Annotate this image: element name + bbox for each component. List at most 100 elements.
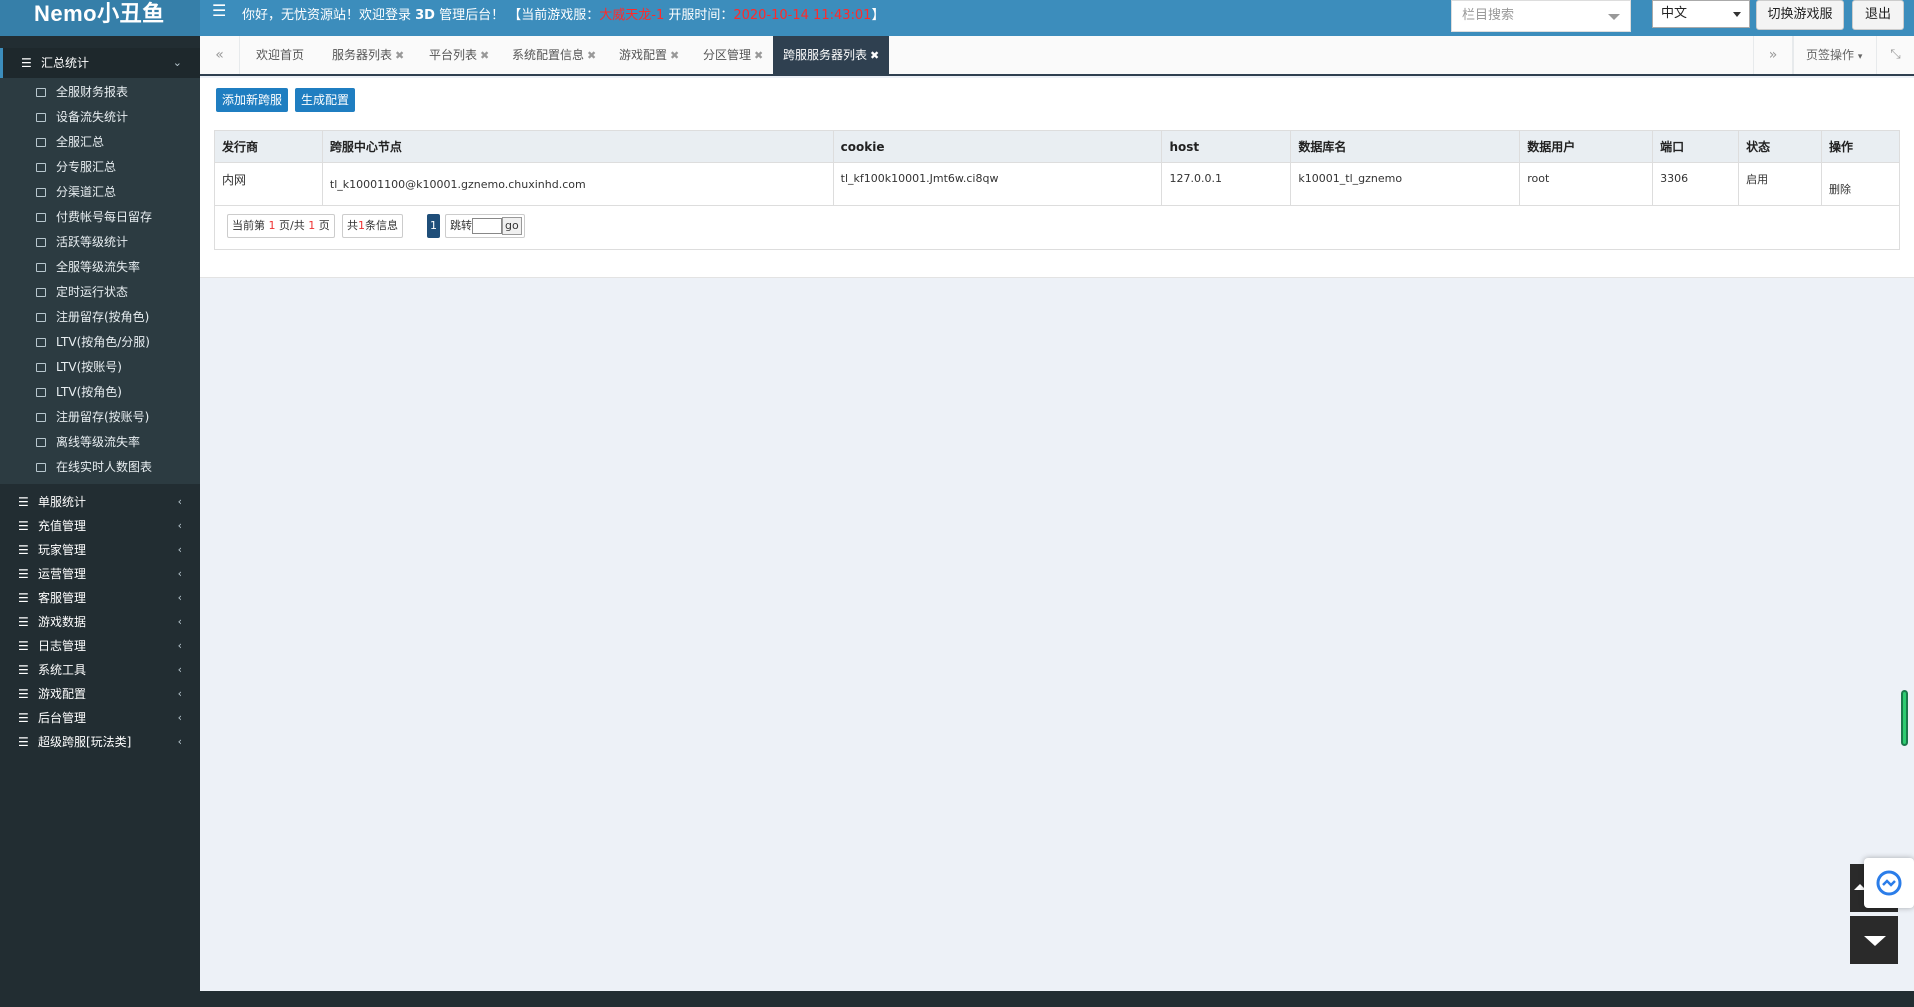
column-search-select[interactable]: 栏目搜索 [1451, 0, 1631, 32]
open-time-label: 开服时间： [664, 8, 734, 23]
tab-item[interactable]: 欢迎首页 [256, 36, 304, 74]
table-cell: 内网 [214, 162, 323, 206]
close-icon[interactable]: ✖ [670, 49, 679, 62]
sidebar-group[interactable]: ☰ 后台管理 ‹ [0, 706, 200, 730]
page-info: 当前第 1 页/共 1 页 [227, 214, 335, 238]
book-icon [36, 413, 46, 422]
sidebar-subitem[interactable]: 分专服汇总 [0, 155, 200, 180]
sidebar-group[interactable]: ☰ 游戏数据 ‹ [0, 610, 200, 634]
sidebar-subitem-label: LTV(按角色) [56, 385, 122, 399]
tab-operations-dropdown[interactable]: 页签操作 ▾ [1793, 36, 1875, 74]
page-button-current[interactable]: 1 [427, 214, 440, 238]
page-jump-input[interactable] [472, 218, 502, 234]
sidebar-subitem[interactable]: 定时运行状态 [0, 280, 200, 305]
sidebar-group[interactable]: ☰ 客服管理 ‹ [0, 586, 200, 610]
page-go-button[interactable]: go [502, 217, 522, 235]
tab-scroll-right-icon[interactable]: » [1753, 36, 1793, 74]
sidebar-subitem[interactable]: 在线实时人数图表 [0, 455, 200, 480]
book-icon [36, 338, 46, 347]
sidebar-group[interactable]: ☰ 游戏配置 ‹ [0, 682, 200, 706]
sidebar-group-label: 运营管理 [38, 567, 87, 581]
chevron-down-icon [1608, 14, 1620, 20]
tab-label: 平台列表 [429, 48, 478, 62]
sidebar-subitem[interactable]: LTV(按角色/分服) [0, 330, 200, 355]
sidebar-subitem[interactable]: 付费帐号每日留存 [0, 205, 200, 230]
delete-link[interactable]: 删除 [1821, 162, 1900, 206]
sidebar-group[interactable]: ☰ 超级跨服[玩法类] ‹ [0, 730, 200, 754]
logout-button[interactable]: 退出 [1852, 0, 1904, 30]
table-header-cell: 状态 [1738, 130, 1823, 163]
sidebar-subitem-label: 付费帐号每日留存 [56, 210, 153, 224]
fullscreen-icon[interactable]: ⤡ [1876, 36, 1914, 74]
tab-item[interactable]: 跨服服务器列表 ✖ [773, 36, 890, 74]
sidebar-group-label: 游戏数据 [38, 615, 87, 629]
chevron-left-icon: ‹ [177, 567, 182, 580]
sidebar-group[interactable]: ☰ 日志管理 ‹ [0, 634, 200, 658]
sidebar-subitem-label: 全服等级流失率 [56, 260, 141, 274]
page-info-suffix: 页 [315, 219, 330, 232]
record-count-prefix: 共 [347, 219, 358, 232]
list-icon: ☰ [18, 639, 29, 653]
close-icon[interactable]: ✖ [870, 49, 879, 62]
tab-scroll-left-icon[interactable]: « [200, 36, 240, 74]
record-count-suffix: 条信息 [365, 219, 398, 232]
welcome-message: 你好，无忧资源站！欢迎登录 3D 管理后台！ 【当前游戏服：大威天龙-1 开服时… [242, 4, 884, 23]
sidebar-subitem[interactable]: LTV(按角色) [0, 380, 200, 405]
table-cell: 127.0.0.1 [1161, 162, 1292, 206]
sidebar-subitem[interactable]: 设备流失统计 [0, 105, 200, 130]
switch-server-button[interactable]: 切换游戏服 [1756, 0, 1844, 30]
close-icon[interactable]: ✖ [754, 49, 763, 62]
close-icon[interactable]: ✖ [480, 49, 489, 62]
sidebar-subitem-label: LTV(按账号) [56, 360, 122, 374]
language-select[interactable]: 中文 [1652, 0, 1750, 28]
sidebar-subitem[interactable]: 全服财务报表 [0, 80, 200, 105]
app-logo[interactable]: Nemo小丑鱼 [0, 0, 200, 36]
sidebar-group-label: 日志管理 [38, 639, 87, 653]
tab-item[interactable]: 系统配置信息 ✖ [512, 36, 596, 74]
tab-item[interactable]: 游戏配置 ✖ [619, 36, 679, 74]
sidebar-toggle-icon[interactable]: ☰ [212, 2, 230, 20]
sidebar-group[interactable]: ☰ 玩家管理 ‹ [0, 538, 200, 562]
sidebar-group[interactable]: ☰ 单服统计 ‹ [0, 490, 200, 514]
sidebar-group[interactable]: ☰ 系统工具 ‹ [0, 658, 200, 682]
scroll-indicator[interactable] [1901, 690, 1908, 746]
sidebar-group-label: 游戏配置 [38, 687, 87, 701]
scroll-bottom-button[interactable] [1850, 916, 1898, 964]
tab-item[interactable]: 平台列表 ✖ [429, 36, 489, 74]
sidebar-subitem[interactable]: 活跃等级统计 [0, 230, 200, 255]
close-icon[interactable]: ✖ [395, 49, 404, 62]
add-crossserver-button[interactable]: 添加新跨服 [216, 88, 289, 112]
sidebar-group[interactable]: ☰ 充值管理 ‹ [0, 514, 200, 538]
sidebar-subitem-label: 设备流失统计 [56, 110, 129, 124]
chevron-left-icon: ‹ [177, 543, 182, 556]
sidebar-group[interactable]: ☰ 运营管理 ‹ [0, 562, 200, 586]
table-header-cell: 发行商 [214, 130, 323, 163]
chevron-left-icon: ‹ [177, 495, 182, 508]
sidebar-subitem[interactable]: 离线等级流失率 [0, 430, 200, 455]
sidebar-subitem[interactable]: 全服汇总 [0, 130, 200, 155]
close-icon[interactable]: ✖ [587, 49, 596, 62]
chevron-left-icon: ‹ [177, 519, 182, 532]
sidebar-subitem[interactable]: 分渠道汇总 [0, 180, 200, 205]
sidebar-subitem[interactable]: LTV(按账号) [0, 355, 200, 380]
list-icon: ☰ [18, 567, 29, 581]
generate-config-button[interactable]: 生成配置 [295, 88, 356, 112]
tab-item[interactable]: 服务器列表 ✖ [332, 36, 404, 74]
book-icon [36, 313, 46, 322]
tab-label: 欢迎首页 [256, 48, 305, 62]
sidebar-submenu: 全服财务报表设备流失统计全服汇总 分专服汇总 分渠道汇总付费帐号每日留存活跃等级统计… [0, 78, 200, 484]
sidebar-subitem[interactable]: 注册留存(按账号) [0, 405, 200, 430]
book-icon [36, 138, 46, 147]
sidebar-group-summary[interactable]: ☰ 汇总统计 ⌄ [0, 48, 200, 78]
book-icon [36, 88, 46, 97]
book-icon [36, 188, 46, 197]
sidebar-group-label: 系统工具 [38, 663, 87, 677]
footer-bar [0, 991, 1914, 1007]
assistant-widget[interactable] [1864, 858, 1914, 908]
sidebar-subitem[interactable]: 全服等级流失率 [0, 255, 200, 280]
tab-item[interactable]: 分区管理 ✖ [703, 36, 763, 74]
sidebar-subitem[interactable]: 注册留存(按角色) [0, 305, 200, 330]
arrow-down-icon [1864, 936, 1886, 946]
sidebar-group-label: 汇总统计 [41, 56, 90, 70]
list-icon: ☰ [18, 735, 29, 749]
